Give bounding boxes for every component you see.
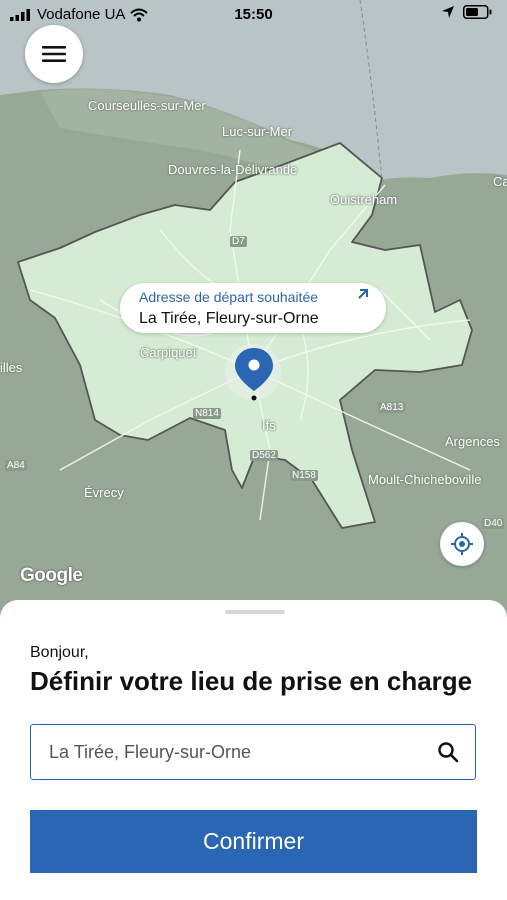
my-location-button[interactable]: [440, 522, 484, 566]
battery-icon: [463, 5, 492, 19]
bottom-sheet: Bonjour, Définir votre lieu de prise en …: [0, 600, 507, 900]
address-input[interactable]: [49, 725, 429, 779]
sheet-title: Définir votre lieu de prise en charge: [30, 666, 473, 696]
place-label: Douvres-la-Délivrande: [168, 162, 298, 177]
confirm-button[interactable]: Confirmer: [30, 810, 477, 873]
pickup-address-bubble[interactable]: Adresse de départ souhaitée La Tirée, Fl…: [120, 283, 386, 333]
place-label: Évrecy: [84, 485, 124, 500]
road-label: D7: [230, 236, 247, 247]
road-label: D40: [482, 518, 505, 529]
road-label: A813: [378, 402, 406, 413]
map-pin[interactable]: [234, 347, 274, 408]
pickup-address: La Tirée, Fleury-sur-Orne: [139, 310, 319, 327]
place-label: Ca: [493, 174, 507, 189]
search-icon[interactable]: [437, 741, 459, 763]
map-pin-icon: [235, 348, 273, 401]
hamburger-icon: [42, 46, 66, 62]
address-field[interactable]: [30, 724, 476, 780]
place-label: Courseulles-sur-Mer: [88, 98, 206, 113]
place-label: Ouistreham: [330, 192, 398, 207]
menu-button[interactable]: [25, 25, 83, 83]
drag-handle[interactable]: [225, 610, 285, 614]
road-label: N158: [290, 470, 318, 481]
place-label: Luc-sur-Mer: [222, 124, 293, 139]
pickup-caption: Adresse de départ souhaitée: [139, 289, 319, 305]
location-arrow-icon: [442, 6, 454, 18]
crosshair-icon: [451, 533, 473, 555]
place-label: illes: [0, 360, 23, 375]
road-label: A84: [5, 460, 27, 471]
google-logo: Google: [20, 565, 83, 586]
clock: 15:50: [234, 6, 273, 23]
arrow-up-right-icon: [358, 289, 368, 299]
place-label: Carpiquet: [140, 345, 197, 360]
greeting: Bonjour,: [30, 644, 89, 661]
place-label: Ifs: [262, 418, 276, 433]
road-label: D562: [250, 450, 278, 461]
status-bar: Vodafone UA 15:50: [0, 0, 507, 28]
place-label: Argences: [445, 434, 500, 449]
place-label: Moult-Chicheboville: [368, 472, 482, 487]
road-label: N814: [193, 408, 221, 419]
